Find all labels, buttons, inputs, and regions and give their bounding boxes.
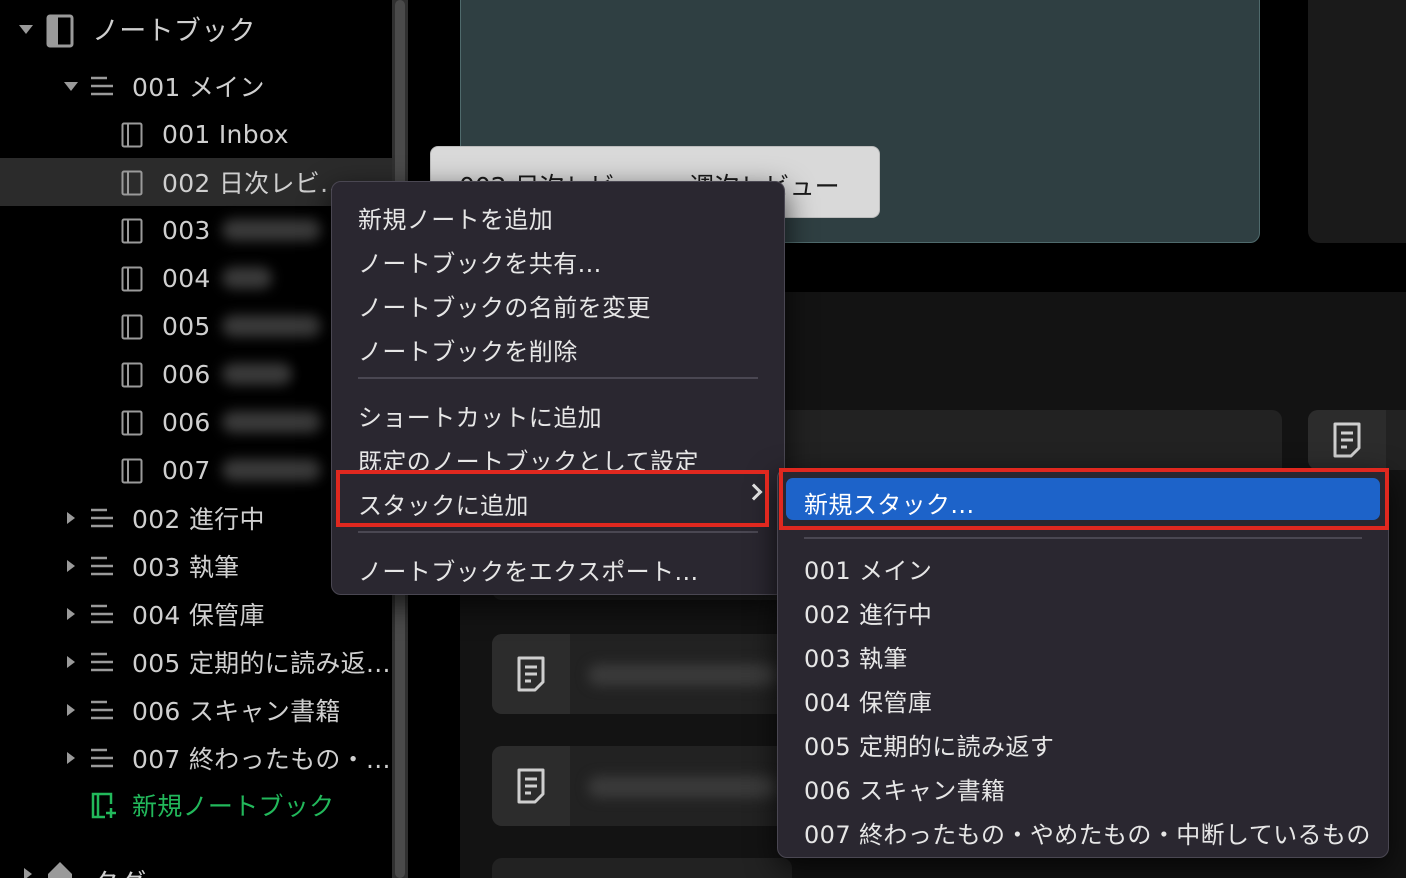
- stack-item-001[interactable]: 001 メイン: [0, 62, 392, 110]
- stack-label: 003 執筆: [132, 553, 240, 582]
- expand-triangle-icon[interactable]: [64, 82, 78, 91]
- stack-icon: [91, 748, 113, 768]
- notebook-number: 001: [162, 119, 211, 149]
- expand-triangle-icon[interactable]: [67, 560, 75, 572]
- menu-item-delete-notebook[interactable]: ノートブックを削除: [358, 332, 578, 367]
- stack-icon: [91, 556, 113, 576]
- menu-item-export-notebook[interactable]: ノートブックをエクスポート...: [358, 552, 699, 587]
- notebook-number: 003: [162, 215, 211, 245]
- expand-triangle-icon[interactable]: [67, 512, 75, 524]
- notebook-number: 005: [162, 311, 211, 341]
- notebook-item[interactable]: 001 Inbox: [0, 110, 392, 158]
- redacted-name: [222, 363, 292, 385]
- redacted-title: [588, 776, 778, 798]
- stack-icon: [91, 652, 113, 672]
- note-icon: [517, 656, 545, 692]
- redacted-name: [222, 459, 322, 481]
- menu-item-add-shortcut[interactable]: ショートカットに追加: [358, 398, 602, 433]
- stack-icon: [91, 76, 113, 96]
- note-card[interactable]: [492, 746, 792, 826]
- menu-separator: [358, 377, 758, 379]
- notebook-number: 006: [162, 359, 211, 389]
- stack-item[interactable]: 006 スキャン書籍: [0, 686, 392, 734]
- notebook-name: 日次レビ...: [218, 169, 345, 198]
- submenu-item-stack[interactable]: 002 進行中: [804, 595, 932, 630]
- note-icon-box: [1308, 410, 1386, 470]
- note-card[interactable]: [492, 634, 792, 714]
- note-card[interactable]: [1308, 410, 1406, 470]
- notebook-icon: [121, 458, 143, 484]
- notebook-icon: [46, 14, 74, 48]
- collapse-triangle-icon[interactable]: [19, 25, 33, 34]
- stack-label: 005 定期的に読み返...: [132, 649, 391, 678]
- stack-item[interactable]: 007 終わったもの・...: [0, 734, 392, 782]
- submenu-item-stack[interactable]: 005 定期的に読み返す: [804, 727, 1054, 762]
- notebook-number: 004: [162, 263, 211, 293]
- menu-separator: [804, 537, 1362, 539]
- note-icon-box: [492, 634, 570, 714]
- notebook-icon: [121, 410, 143, 436]
- notebook-icon: [121, 362, 143, 388]
- stack-label: 002 進行中: [132, 505, 265, 534]
- notebook-context-menu: 新規ノートを追加 ノートブックを共有... ノートブックの名前を変更 ノートブッ…: [331, 181, 785, 595]
- notebook-icon: [121, 218, 143, 244]
- notebook-name: Inbox: [218, 119, 289, 149]
- annotation-box-new-stack: [779, 468, 1389, 530]
- redacted-name: [222, 411, 322, 433]
- tag-icon: [48, 862, 72, 878]
- redacted-name: [222, 267, 272, 289]
- expand-triangle-icon[interactable]: [67, 656, 75, 668]
- stack-label: 006 スキャン書籍: [132, 697, 341, 726]
- new-notebook-button[interactable]: 新規ノートブック: [0, 781, 392, 829]
- stack-item[interactable]: 004 保管庫: [0, 590, 392, 638]
- expand-triangle-icon[interactable]: [67, 752, 75, 764]
- expand-triangle-icon[interactable]: [67, 608, 75, 620]
- expand-triangle-icon[interactable]: [67, 704, 75, 716]
- notebook-number: 002: [162, 169, 211, 198]
- annotation-box-add-to-stack: [336, 470, 769, 527]
- note-icon: [1333, 422, 1361, 458]
- menu-item-add-note[interactable]: 新規ノートを追加: [358, 200, 553, 235]
- menu-item-share-notebook[interactable]: ノートブックを共有...: [358, 244, 602, 279]
- note-card[interactable]: [492, 858, 792, 878]
- tags-label: タグ: [92, 862, 147, 878]
- redacted-name: [222, 315, 322, 337]
- side-card[interactable]: [1308, 0, 1406, 243]
- submenu-item-stack[interactable]: 003 執筆: [804, 639, 908, 674]
- notebook-number: 007: [162, 455, 211, 485]
- redacted-title: [588, 664, 778, 686]
- submenu-item-stack[interactable]: 004 保管庫: [804, 683, 932, 718]
- stack-label: 004 保管庫: [132, 601, 265, 630]
- notebooks-header-label: ノートブック: [92, 15, 256, 47]
- menu-item-rename-notebook[interactable]: ノートブックの名前を変更: [358, 288, 651, 323]
- stack-icon: [91, 604, 113, 624]
- notebook-icon: [121, 122, 143, 148]
- stack-item[interactable]: 005 定期的に読み返...: [0, 638, 392, 686]
- notebook-icon: [121, 314, 143, 340]
- notebooks-section-header[interactable]: ノートブック: [0, 4, 392, 52]
- menu-separator: [358, 531, 758, 533]
- stack-label: 007 終わったもの・...: [132, 745, 391, 774]
- note-icon-box: [492, 746, 570, 826]
- notebook-icon: [121, 266, 143, 292]
- notebook-number: 006: [162, 407, 211, 437]
- stack-icon: [91, 508, 113, 528]
- expand-triangle-icon[interactable]: [24, 868, 32, 878]
- submenu-item-stack[interactable]: 006 スキャン書籍: [804, 771, 1005, 806]
- note-icon: [517, 768, 545, 804]
- tags-section-header[interactable]: タグ: [0, 850, 392, 878]
- stack-label: 001 メイン: [132, 73, 265, 102]
- stack-icon: [91, 700, 113, 720]
- submenu-item-stack[interactable]: 001 メイン: [804, 551, 932, 586]
- notebook-icon: [121, 170, 143, 196]
- submenu-item-stack[interactable]: 007 終わったもの・やめたもの・中断しているもの: [804, 815, 1371, 850]
- new-notebook-label: 新規ノートブック: [132, 792, 335, 821]
- redacted-name: [222, 219, 322, 241]
- new-notebook-icon: [91, 792, 116, 819]
